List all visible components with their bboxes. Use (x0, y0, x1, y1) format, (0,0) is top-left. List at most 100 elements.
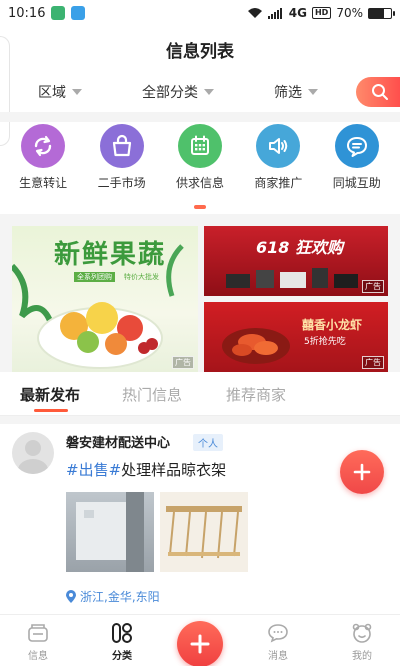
info-box-icon (28, 624, 48, 642)
signal-icon (267, 8, 282, 19)
ad-headline: 囍香小龙虾 (302, 318, 363, 332)
more-filter-label: 筛选 (274, 85, 302, 101)
region-filter-label: 区域 (38, 85, 66, 101)
cat-circle-3 (256, 124, 301, 168)
cat-circle-2 (177, 124, 222, 168)
nav-icon-wrap (350, 621, 374, 645)
quick-add-button[interactable] (340, 450, 384, 494)
post-card[interactable]: 磐安建材配送中心 个人 #出售#处理样品晾衣架 浙江,金华,东阳 (0, 424, 400, 614)
category-local-help[interactable]: 同城互助 (318, 124, 396, 192)
ad-headline: 新鲜果蔬 (54, 240, 167, 270)
category-supply-demand[interactable]: 供求信息 (161, 124, 239, 192)
cat-circle-1 (99, 124, 144, 168)
status-bar: 10:16 4G HD 70% (0, 0, 400, 26)
status-time: 10:16 (8, 5, 46, 21)
ad-tag: 广告 (362, 356, 384, 369)
category-second-hand[interactable]: 二手市场 (83, 124, 161, 192)
profile-face-icon (352, 623, 372, 643)
nav-category[interactable]: 分类 (92, 621, 152, 662)
category-merchant-promo[interactable]: 商家推广 (239, 124, 317, 192)
location-pin-icon (66, 590, 76, 603)
nav-label: 分类 (112, 651, 132, 662)
post-hashtag[interactable]: #出售# (66, 461, 121, 479)
plus-icon (353, 463, 371, 481)
shopping-bag-icon (112, 134, 131, 157)
nav-label: 我的 (352, 651, 372, 662)
category-business-transfer[interactable]: 生意转让 (4, 124, 82, 192)
tab-hot[interactable]: 热门信息 (122, 384, 182, 405)
post-text[interactable]: #出售#处理样品晾衣架 (66, 459, 226, 480)
cat-circle-0 (21, 124, 66, 168)
caret-down-icon (204, 89, 214, 95)
poster-type-badge: 个人 (193, 434, 223, 451)
category-filter[interactable]: 全部分类 (142, 82, 214, 102)
plus-icon (190, 634, 210, 654)
notification-app-icon (51, 6, 66, 20)
search-icon (372, 84, 388, 100)
nav-messages[interactable]: 消息 (248, 621, 308, 662)
avatar[interactable] (12, 432, 54, 474)
tab-recommended[interactable]: 推荐商家 (226, 384, 286, 405)
tab-latest[interactable]: 最新发布 (20, 384, 80, 405)
ad-tag: 广告 (172, 356, 194, 369)
ad-crayfish[interactable]: 囍香小龙虾 5折抢先吃 广告 (204, 302, 388, 372)
post-image[interactable] (160, 492, 248, 572)
more-filter[interactable]: 筛选 (274, 82, 318, 102)
tab-active-indicator (34, 409, 68, 412)
ad-headline: 618 狂欢购 (256, 238, 343, 257)
publish-button[interactable] (177, 621, 223, 666)
nav-info[interactable]: 信息 (8, 621, 68, 662)
battery-icon (368, 7, 395, 19)
scan-app-icon (71, 6, 86, 20)
nav-mine[interactable]: 我的 (332, 621, 392, 662)
ad-subline-1: 全系列团购 (74, 272, 115, 282)
ad-subline: 5折抢先吃 (304, 337, 346, 347)
default-avatar-icon (18, 440, 48, 474)
post-body: 处理样品晾衣架 (121, 461, 227, 479)
filter-bar: 区域 全部分类 筛选 (0, 72, 400, 112)
cat-circle-4 (334, 124, 379, 168)
category-label: 商家推广 (254, 176, 303, 190)
bottom-nav: 信息 分类 消息 我的 (0, 614, 400, 666)
message-bubble-icon (268, 624, 288, 643)
battery-percent: 70% (336, 6, 363, 20)
page-indicator-dot (194, 205, 206, 209)
category-label: 生意转让 (19, 176, 68, 190)
product-photo-1 (76, 492, 144, 572)
category-label: 二手市场 (97, 176, 146, 190)
transfer-arrows-icon (34, 135, 52, 157)
section-divider (0, 112, 400, 122)
caret-down-icon (308, 89, 318, 95)
poster-name[interactable]: 磐安建材配送中心 (66, 432, 170, 451)
speaker-icon (269, 138, 288, 154)
nav-icon-wrap (266, 621, 290, 645)
caret-down-icon (72, 89, 82, 95)
ad-618-sale[interactable]: 618 狂欢购 广告 (204, 226, 388, 296)
post-location[interactable]: 浙江,金华,东阳 (66, 588, 160, 605)
category-label: 供求信息 (175, 176, 224, 190)
crayfish-illustration (222, 328, 290, 364)
nav-label: 信息 (28, 651, 48, 662)
search-button[interactable] (356, 77, 400, 107)
category-grid-icon (112, 623, 132, 643)
ad-fresh-produce[interactable]: 新鲜果蔬 全系列团购 特价大批发 广告 (12, 226, 198, 372)
nav-icon-wrap (26, 621, 50, 645)
category-filter-label: 全部分类 (142, 85, 198, 101)
category-grid: 生意转让 二手市场 供求信息 商家推广 同城互助 (0, 124, 400, 192)
battery-fill (369, 8, 385, 18)
nav-icon-wrap (110, 621, 134, 645)
chat-bubble-icon (346, 137, 367, 157)
post-image[interactable] (66, 492, 154, 572)
category-label: 同城互助 (332, 176, 381, 190)
hd-badge: HD (311, 7, 332, 19)
nav-label: 消息 (268, 651, 288, 662)
region-filter[interactable]: 区域 (38, 82, 82, 102)
section-divider (0, 416, 400, 424)
product-photo-2 (166, 506, 242, 559)
page-title: 信息列表 (166, 41, 234, 62)
network-type: 4G (288, 6, 307, 20)
ads-area: 新鲜果蔬 全系列团购 特价大批发 广告 618 狂欢购 广告 囍香小龙虾 5折抢… (0, 214, 400, 372)
location-text: 浙江,金华,东阳 (80, 590, 160, 604)
calendar-icon (190, 135, 209, 155)
header: 信息列表 (0, 26, 400, 146)
